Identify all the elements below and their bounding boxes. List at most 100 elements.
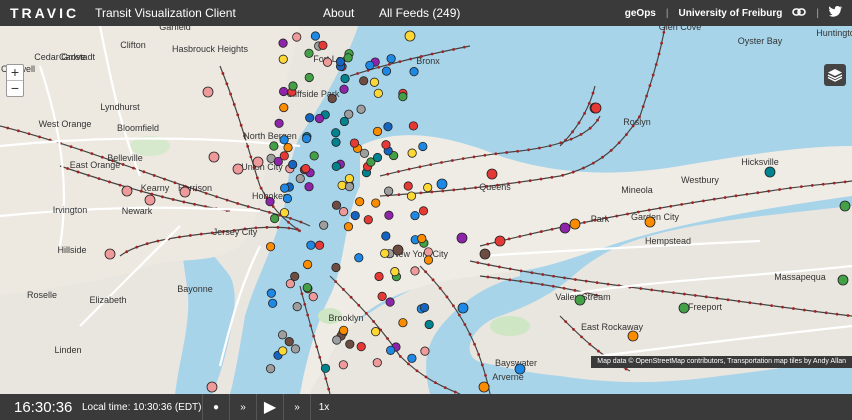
vehicle-marker[interactable] — [372, 152, 383, 163]
vehicle-marker[interactable] — [320, 363, 331, 373]
vehicle-marker[interactable] — [306, 240, 316, 250]
zoom-out-button[interactable]: − — [7, 80, 23, 96]
vehicle-marker[interactable] — [390, 267, 400, 277]
vehicle-marker[interactable] — [410, 266, 420, 276]
vehicle-marker[interactable] — [208, 151, 220, 163]
vehicle-marker[interactable] — [837, 274, 849, 286]
vehicle-marker[interactable] — [373, 88, 383, 98]
vehicle-marker[interactable] — [331, 200, 342, 210]
vehicle-marker[interactable] — [569, 218, 581, 230]
vehicle-marker[interactable] — [277, 330, 288, 340]
vehicle-marker[interactable] — [282, 193, 293, 204]
vehicle-marker[interactable] — [265, 364, 276, 374]
vehicle-marker[interactable] — [423, 255, 434, 265]
vehicle-marker[interactable] — [322, 57, 333, 67]
vehicle-marker[interactable] — [266, 288, 276, 298]
vehicle-marker[interactable] — [418, 141, 428, 152]
vehicle-marker[interactable] — [514, 363, 526, 375]
vehicle-marker[interactable] — [365, 60, 375, 70]
vehicle-marker[interactable] — [295, 173, 305, 184]
vehicle-marker[interactable] — [559, 222, 571, 234]
vehicle-marker[interactable] — [486, 168, 498, 180]
vehicle-marker[interactable] — [265, 197, 275, 207]
vehicle-marker[interactable] — [292, 32, 302, 42]
vehicle-marker[interactable] — [279, 208, 290, 218]
vehicle-marker[interactable] — [314, 240, 325, 250]
vehicle-marker[interactable] — [355, 197, 365, 207]
vehicle-marker[interactable] — [644, 216, 656, 228]
vehicle-marker[interactable] — [369, 77, 380, 87]
vehicle-marker[interactable] — [384, 186, 394, 196]
vehicle-marker[interactable] — [285, 279, 295, 289]
vehicle-marker[interactable] — [302, 133, 312, 144]
vehicle-marker[interactable] — [327, 93, 337, 104]
speed-selector[interactable]: 1x — [310, 394, 337, 420]
vehicle-marker[interactable] — [278, 346, 288, 356]
vehicle-marker[interactable] — [278, 54, 288, 64]
vehicle-marker[interactable] — [417, 233, 427, 244]
vehicle-marker[interactable] — [338, 360, 348, 370]
vehicle-marker[interactable] — [381, 66, 392, 76]
twitter-icon[interactable] — [829, 6, 843, 20]
vehicle-marker[interactable] — [372, 126, 383, 137]
geops-link[interactable]: geOps — [625, 8, 656, 19]
feeds-dropdown[interactable]: All Feeds (249) — [379, 0, 460, 26]
vehicle-marker[interactable] — [265, 242, 276, 252]
vehicle-marker[interactable] — [344, 182, 355, 192]
vehicle-marker[interactable] — [268, 298, 278, 308]
vehicle-marker[interactable] — [303, 259, 313, 270]
vehicle-marker[interactable] — [331, 128, 341, 138]
vehicle-marker[interactable] — [104, 248, 116, 260]
zoom-in-button[interactable]: + — [7, 65, 23, 80]
vehicle-marker[interactable] — [121, 185, 133, 197]
vehicle-marker[interactable] — [404, 30, 416, 42]
map-canvas[interactable]: GarfieldHasbrouck HeightsCliftonCarlstad… — [0, 26, 852, 394]
vehicle-marker[interactable] — [279, 102, 289, 113]
vehicle-marker[interactable] — [302, 282, 312, 293]
vehicle-marker[interactable] — [350, 210, 360, 221]
vehicle-marker[interactable] — [288, 159, 298, 170]
vehicle-marker[interactable] — [283, 142, 293, 153]
vehicle-marker[interactable] — [359, 76, 369, 86]
vehicle-marker[interactable] — [269, 141, 279, 151]
vehicle-marker[interactable] — [410, 210, 420, 221]
vehicle-marker[interactable] — [344, 174, 355, 184]
vehicle-marker[interactable] — [331, 137, 341, 147]
vehicle-marker[interactable] — [301, 164, 311, 174]
vehicle-marker[interactable] — [457, 302, 469, 314]
vehicle-marker[interactable] — [407, 148, 417, 158]
vehicle-marker[interactable] — [372, 358, 382, 368]
vehicle-marker[interactable] — [409, 67, 419, 77]
vehicle-marker[interactable] — [343, 53, 353, 63]
vehicle-marker[interactable] — [292, 302, 302, 312]
vehicle-marker[interactable] — [383, 122, 393, 132]
vehicle-marker[interactable] — [331, 262, 341, 273]
vehicle-marker[interactable] — [385, 297, 395, 307]
vehicle-marker[interactable] — [764, 166, 776, 178]
vehicle-marker[interactable] — [380, 248, 390, 258]
vehicle-marker[interactable] — [290, 344, 301, 354]
vehicle-marker[interactable] — [279, 151, 289, 161]
vehicle-marker[interactable] — [144, 194, 156, 206]
vehicle-marker[interactable] — [314, 113, 325, 124]
vehicle-marker[interactable] — [420, 346, 430, 356]
vehicle-marker[interactable] — [278, 38, 288, 48]
vehicle-marker[interactable] — [403, 181, 413, 191]
vehicle-marker[interactable] — [310, 31, 321, 41]
vehicle-marker[interactable] — [340, 73, 350, 84]
vehicle-marker[interactable] — [252, 156, 264, 168]
vehicle-marker[interactable] — [304, 72, 314, 83]
vehicle-marker[interactable] — [288, 81, 298, 91]
vehicle-marker[interactable] — [339, 207, 349, 217]
vehicle-marker[interactable] — [377, 291, 387, 301]
vehicle-marker[interactable] — [232, 163, 244, 175]
vehicle-marker[interactable] — [304, 182, 314, 192]
vehicle-marker[interactable] — [279, 86, 289, 97]
vehicle-marker[interactable] — [386, 54, 396, 64]
about-link[interactable]: About — [323, 0, 354, 26]
vehicle-marker[interactable] — [319, 220, 329, 230]
vehicle-marker[interactable] — [398, 318, 408, 328]
vehicle-marker[interactable] — [349, 138, 360, 148]
rewind-button[interactable]: » — [229, 394, 256, 420]
vehicle-marker[interactable] — [371, 198, 381, 208]
